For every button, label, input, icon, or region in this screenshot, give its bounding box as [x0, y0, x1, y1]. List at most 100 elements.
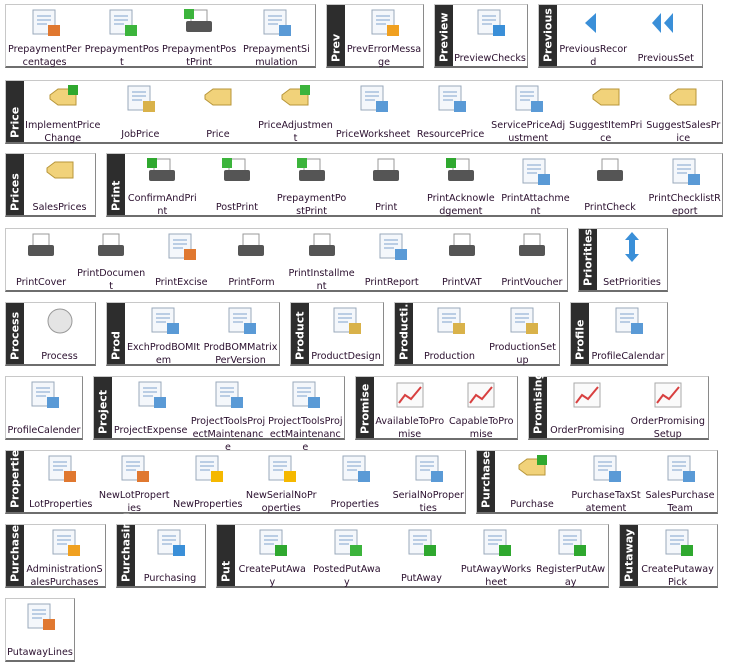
group-items: ProductDesign: [309, 303, 383, 364]
icon-item[interactable]: PriceWorksheet: [334, 81, 412, 142]
icon-item-label: CapableToPromise: [448, 416, 514, 440]
icon-item[interactable]: ProdBOMMatrixPerVersion: [202, 303, 279, 366]
icon-item[interactable]: Purchasing: [135, 525, 205, 586]
icon-item[interactable]: ProductionSetup: [486, 303, 559, 366]
icon-item[interactable]: SuggestItemPrice: [567, 81, 645, 144]
icon-item[interactable]: ProjectToolsProjectMaintenance: [267, 377, 344, 453]
icon-item-label: ProductionSetup: [489, 342, 556, 366]
icon-item-label: PrepaymentPost: [84, 44, 160, 68]
icon-item[interactable]: PutAwayWorksheet: [459, 525, 534, 588]
icon-item[interactable]: Properties: [318, 451, 392, 512]
icon-item[interactable]: AvailableToPromise: [374, 377, 446, 440]
warning-doc-icon: [367, 7, 401, 43]
icon-item[interactable]: SalesPurchaseTeam: [643, 451, 717, 514]
icon-item[interactable]: ProjectToolsProjectMaintenance: [189, 377, 266, 453]
icon-item-label: PutAway: [400, 573, 442, 584]
icon-item[interactable]: RegisterPutAway: [533, 525, 608, 588]
post-add-icon: [105, 7, 139, 43]
icon-item[interactable]: Price: [179, 81, 257, 142]
icon-item[interactable]: PrintVoucher: [497, 229, 567, 290]
group-label-text: Product: [293, 311, 307, 360]
icon-item-label: JobPrice: [121, 129, 160, 140]
icon-item[interactable]: OrderPromisingSetup: [628, 377, 709, 440]
icon-item-label: PrevErrorMessage: [346, 44, 422, 68]
icon-item[interactable]: LotProperties: [24, 451, 98, 512]
icon-item[interactable]: SalesPrices: [24, 154, 95, 215]
icon-item[interactable]: Production: [413, 303, 486, 364]
icon-item-label: OrderPromisingSetup: [630, 416, 705, 440]
icon-item-label: PreviousSet: [637, 53, 694, 64]
icon-item[interactable]: SuggestSalesPrice: [645, 81, 723, 144]
icon-item[interactable]: PrepaymentPostPrint: [274, 154, 349, 217]
icon-item[interactable]: PrintVAT: [427, 229, 497, 290]
icon-item-label: PostedPutAway: [313, 564, 381, 588]
group-label: Purchases: [6, 518, 24, 586]
icon-item-label: ProdBOMMatrixPerVersion: [203, 342, 278, 366]
icon-item[interactable]: AdministrationSalesPurchases: [24, 525, 105, 588]
icon-item[interactable]: ProfileCalendar: [589, 303, 667, 364]
icon-item[interactable]: PrintCover: [6, 229, 76, 290]
icon-item[interactable]: PreviousSet: [630, 5, 703, 66]
icon-item-label: ProfileCalender: [7, 425, 81, 436]
icon-item[interactable]: PrintReport: [357, 229, 427, 290]
icon-item[interactable]: JobPrice: [102, 81, 180, 142]
icon-item[interactable]: PrintExcise: [146, 229, 216, 290]
icon-item[interactable]: ResourcePrice: [412, 81, 490, 142]
icon-item[interactable]: PrevErrorMessage: [345, 5, 423, 68]
admin-icon: [48, 527, 82, 563]
icon-item-label: PrepaymentPercentages: [7, 44, 82, 68]
icon-item[interactable]: PrintInstallment: [287, 229, 357, 292]
group-items: ProfileCalendar: [589, 303, 667, 364]
icon-item-label: PutawayLines: [7, 647, 73, 658]
icon-item[interactable]: ProjectExpense: [112, 377, 189, 438]
icon-item[interactable]: PrintAcknowledgement: [424, 154, 499, 217]
icon-item[interactable]: PostPrint: [200, 154, 275, 215]
group-label: Print: [107, 154, 125, 215]
icon-item[interactable]: ServicePriceAdjustment: [489, 81, 567, 144]
icon-item[interactable]: PrintCheck: [573, 154, 648, 215]
form-abc-icon: [411, 453, 445, 489]
icon-item[interactable]: PrintDocument: [76, 229, 146, 292]
icon-item-label: SerialNoProperties: [392, 490, 464, 514]
group-label: Prices: [6, 154, 24, 215]
icon-item[interactable]: PurchaseTaxStatement: [569, 451, 643, 514]
icon-item[interactable]: PreviousRecord: [557, 5, 630, 68]
icon-item[interactable]: PutAway: [384, 525, 459, 586]
icon-item[interactable]: CreatePutawayPick: [638, 525, 717, 588]
icon-item[interactable]: PostedPutAway: [310, 525, 385, 588]
icon-item[interactable]: ExchProdBOMItem: [125, 303, 202, 366]
icon-item[interactable]: OrderPromising: [547, 377, 628, 438]
percent-doc-icon: [164, 231, 198, 267]
icon-item-label: PrintInstallment: [288, 268, 355, 292]
icon-item[interactable]: Process: [24, 303, 95, 364]
icon-item[interactable]: PrepaymentPost: [83, 5, 160, 68]
icon-item[interactable]: PreviewChecks: [453, 5, 527, 66]
icon-item[interactable]: ImplementPriceChange: [24, 81, 102, 144]
icon-item[interactable]: PrepaymentPercentages: [6, 5, 83, 68]
group-unlabeled: PutawayLines: [5, 598, 75, 662]
icon-item[interactable]: CapableToPromise: [446, 377, 518, 440]
icon-item[interactable]: NewSerialNoProperties: [245, 451, 319, 514]
group-items: PutawayLines: [6, 599, 74, 660]
printer-check-icon: [145, 156, 179, 192]
icon-item[interactable]: PrepaymentPostPrint: [161, 5, 238, 68]
icon-item[interactable]: PriceAdjustment: [257, 81, 335, 144]
icon-item[interactable]: ConfirmAndPrint: [125, 154, 200, 217]
icon-item[interactable]: PrepaymentSimulation: [238, 5, 315, 68]
icon-item[interactable]: ProfileCalender: [6, 377, 82, 438]
icon-item[interactable]: PutawayLines: [6, 599, 74, 660]
icon-item[interactable]: NewLotProperties: [98, 451, 172, 514]
icon-item[interactable]: ProductDesign: [309, 303, 383, 364]
icon-item[interactable]: CreatePutAway: [235, 525, 310, 588]
group-label-text: Promise: [358, 383, 372, 434]
icon-item[interactable]: Purchase: [495, 451, 569, 512]
icon-item[interactable]: PrintAttachment: [498, 154, 573, 217]
icon-item[interactable]: SetPriorities: [597, 229, 667, 290]
icon-item[interactable]: SerialNoProperties: [392, 451, 466, 514]
icon-item[interactable]: PrintChecklistReport: [647, 154, 722, 217]
icon-item[interactable]: Print: [349, 154, 424, 215]
icon-item-label: PreviewChecks: [454, 53, 526, 64]
icon-item[interactable]: NewProperties: [171, 451, 245, 512]
group-purchases: Purchases AdministrationSalesPurchases: [5, 518, 106, 588]
icon-item[interactable]: PrintForm: [216, 229, 286, 290]
